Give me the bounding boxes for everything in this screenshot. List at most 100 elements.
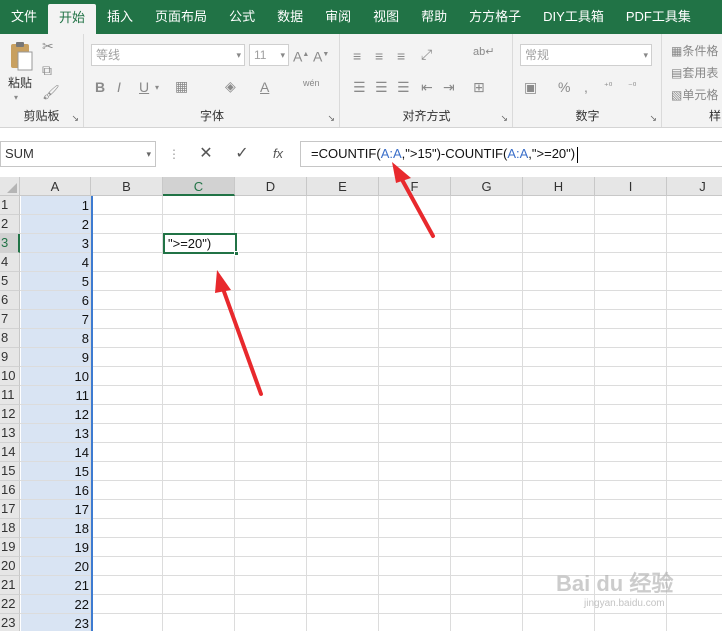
dialog-launcher-icon[interactable]: ↘ xyxy=(649,113,657,124)
fill-handle[interactable] xyxy=(234,251,239,256)
insert-function-icon[interactable]: fx xyxy=(268,142,288,166)
row-header-19[interactable]: 19 xyxy=(0,538,20,557)
tab-3[interactable]: 页面布局 xyxy=(144,0,218,34)
increase-decimal-icon[interactable]: ⁺⁰ xyxy=(604,78,612,94)
tab-0[interactable]: 文件 xyxy=(0,0,48,34)
paste-icon[interactable] xyxy=(8,40,34,72)
tab-8[interactable]: 帮助 xyxy=(410,0,458,34)
row-header-2[interactable]: 2 xyxy=(0,215,20,234)
tab-1[interactable]: 开始 xyxy=(48,4,97,34)
name-box[interactable]: SUM ▾ xyxy=(0,141,156,167)
cell-a19[interactable]: 19 xyxy=(21,538,89,557)
row-header-22[interactable]: 22 xyxy=(0,595,20,614)
cell-a18[interactable]: 18 xyxy=(21,519,89,538)
tab-11[interactable]: PDF工具集 xyxy=(615,0,702,34)
tab-5[interactable]: 数据 xyxy=(266,0,314,34)
select-all-button[interactable] xyxy=(0,177,20,196)
column-header-a[interactable]: A xyxy=(20,177,91,196)
cell-a8[interactable]: 8 xyxy=(21,329,89,348)
column-header-j[interactable]: J xyxy=(667,177,722,196)
dialog-launcher-icon[interactable]: ↘ xyxy=(71,113,79,124)
cell-a16[interactable]: 16 xyxy=(21,481,89,500)
dialog-launcher-icon[interactable]: ↘ xyxy=(500,113,508,124)
row-header-6[interactable]: 6 xyxy=(0,291,20,310)
spreadsheet-grid[interactable]: ABCDEFGHIJ 1 2 3 4 5 6 7 8 9 10 11 12 13 14 15 16 17 18 19… xyxy=(0,177,722,631)
row-header-20[interactable]: 20 xyxy=(0,557,20,576)
increase-font-icon[interactable]: A▲ xyxy=(293,47,309,65)
tab-2[interactable]: 插入 xyxy=(96,0,144,34)
align-left-icon[interactable]: ☰ xyxy=(353,79,366,95)
number-format-dropdown[interactable]: 常规 ▾ xyxy=(520,44,652,66)
column-header-f[interactable]: F xyxy=(379,177,451,196)
row-header-12[interactable]: 12 xyxy=(0,405,20,424)
dialog-launcher-icon[interactable]: ↘ xyxy=(327,113,335,124)
merge-cells-icon[interactable]: ⊞ xyxy=(473,79,485,95)
enter-icon[interactable]: ✓ xyxy=(232,142,252,166)
border-icon[interactable]: ▦ xyxy=(175,78,188,94)
cell-styles-button[interactable]: ▧单元格 xyxy=(671,86,718,103)
cell-a14[interactable]: 14 xyxy=(21,443,89,462)
row-header-7[interactable]: 7 xyxy=(0,310,20,329)
row-header-15[interactable]: 15 xyxy=(0,462,20,481)
row-header-17[interactable]: 17 xyxy=(0,500,20,519)
row-header-9[interactable]: 9 xyxy=(0,348,20,367)
row-header-5[interactable]: 5 xyxy=(0,272,20,291)
phonetic-label[interactable]: wén xyxy=(303,78,320,88)
cell-a4[interactable]: 4 xyxy=(21,253,89,272)
decrease-indent-icon[interactable]: ⇤ xyxy=(421,79,433,95)
font-name-dropdown[interactable]: 等线 ▾ xyxy=(91,44,245,66)
cancel-icon[interactable]: ✕ xyxy=(196,142,216,166)
column-header-e[interactable]: E xyxy=(307,177,379,196)
copy-icon[interactable]: ⧉ xyxy=(42,62,52,78)
cell-a23[interactable]: 23 xyxy=(21,614,89,631)
tab-10[interactable]: DIY工具箱 xyxy=(532,0,615,34)
cell-a2[interactable]: 2 xyxy=(21,215,89,234)
row-header-13[interactable]: 13 xyxy=(0,424,20,443)
tab-4[interactable]: 公式 xyxy=(218,0,266,34)
chevron-down-icon[interactable]: ▾ xyxy=(155,80,159,96)
row-header-11[interactable]: 11 xyxy=(0,386,20,405)
row-header-23[interactable]: 23 xyxy=(0,614,20,631)
fill-color-icon[interactable]: ◈ xyxy=(225,78,236,94)
column-header-d[interactable]: D xyxy=(235,177,307,196)
cell-a11[interactable]: 11 xyxy=(21,386,90,405)
align-right-icon[interactable]: ☰ xyxy=(397,79,410,95)
cell-a7[interactable]: 7 xyxy=(21,310,89,329)
bold-icon[interactable]: B xyxy=(95,79,105,95)
cell-a6[interactable]: 6 xyxy=(21,291,89,310)
increase-indent-icon[interactable]: ⇥ xyxy=(443,79,455,95)
cell-a13[interactable]: 13 xyxy=(21,424,89,443)
row-header-21[interactable]: 21 xyxy=(0,576,20,595)
column-header-i[interactable]: I xyxy=(595,177,667,196)
underline-icon[interactable]: U xyxy=(139,79,149,95)
formula-input[interactable]: =COUNTIF(A:A,">15")-COUNTIF(A:A,">=20") xyxy=(300,141,722,167)
cell-a21[interactable]: 21 xyxy=(21,576,89,595)
tab-7[interactable]: 视图 xyxy=(362,0,410,34)
format-as-table-button[interactable]: ▤套用表 xyxy=(671,64,718,81)
cell-a22[interactable]: 22 xyxy=(21,595,89,614)
currency-icon[interactable]: ▣ xyxy=(524,79,537,95)
cell-a15[interactable]: 15 xyxy=(21,462,89,481)
chevron-down-icon[interactable]: ▾ xyxy=(146,142,151,166)
row-header-14[interactable]: 14 xyxy=(0,443,20,462)
column-header-c[interactable]: C xyxy=(163,177,235,196)
cell-a12[interactable]: 12 xyxy=(21,405,89,424)
decrease-font-icon[interactable]: A▼ xyxy=(313,47,329,65)
tab-6[interactable]: 审阅 xyxy=(314,0,362,34)
row-header-18[interactable]: 18 xyxy=(0,519,20,538)
align-middle-icon[interactable]: ≡ xyxy=(375,48,383,64)
format-painter-icon[interactable]: 🖌 xyxy=(42,84,60,100)
cell-a3[interactable]: 3 xyxy=(21,234,89,253)
cell-a10[interactable]: 10 xyxy=(21,367,89,386)
align-top-icon[interactable]: ≡ xyxy=(353,48,361,64)
row-header-8[interactable]: 8 xyxy=(0,329,20,348)
conditional-format-button[interactable]: ▦条件格 xyxy=(671,42,718,59)
wrap-text-icon[interactable]: ab↵ xyxy=(473,44,494,60)
percent-icon[interactable]: % xyxy=(558,79,570,95)
active-cell-c3[interactable]: ">=20") xyxy=(163,233,239,256)
decrease-decimal-icon[interactable]: ⁻⁰ xyxy=(628,78,636,94)
row-header-4[interactable]: 4 xyxy=(0,253,20,272)
column-header-h[interactable]: H xyxy=(523,177,595,196)
comma-style-icon[interactable]: , xyxy=(584,79,588,95)
column-header-b[interactable]: B xyxy=(91,177,163,196)
